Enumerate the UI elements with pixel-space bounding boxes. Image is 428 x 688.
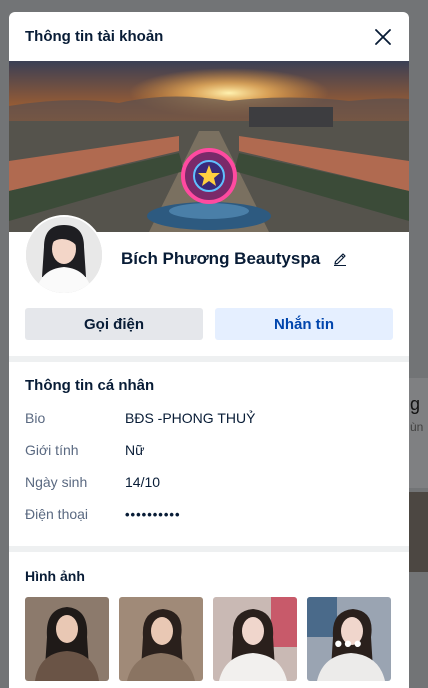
info-label: Ngày sinh [25,474,88,490]
close-button[interactable] [371,25,395,49]
personal-info-section: Thông tin cá nhân Bio BĐS -PHONG THUỶ Gi… [9,362,409,530]
more-photos-indicator: ••• [334,631,364,656]
edit-icon[interactable] [332,251,348,267]
photos-title: Hình ảnh [25,568,85,584]
info-row-bio: Bio BĐS -PHONG THUỶ [25,402,393,434]
modal-title: Thông tin tài khoản [25,28,164,45]
photo-image [119,597,203,681]
info-row-birthday: Ngày sinh 14/10 [25,466,393,498]
info-row-gender: Giới tính Nữ [25,434,393,466]
avatar-image [26,217,102,293]
info-label: Điện thoại [25,506,89,522]
modal-header: Thông tin tài khoản [9,12,409,61]
phone-value-masked: •••••••••• [125,506,181,522]
message-button[interactable]: Nhắn tin [215,308,393,340]
photo-image [25,597,109,681]
info-value: 14/10 [125,474,161,490]
profile-name: Bích Phương Beautyspa [121,249,321,268]
info-label: Bio [25,410,46,426]
info-value: BĐS -PHONG THUỶ [125,410,256,426]
photo-image [213,597,297,681]
avatar[interactable] [24,215,104,295]
cover-photo[interactable] [9,61,409,232]
call-button[interactable]: Gọi điện [25,308,203,340]
photo-thumbnail[interactable] [119,597,203,681]
photos-section: Hình ảnh ••• [9,552,409,681]
photo-grid: ••• [25,597,393,681]
profile-actions: Gọi điện Nhắn tin [9,308,409,340]
account-info-modal: Thông tin tài khoản Bích Phương Beautysp… [9,12,409,688]
info-row-phone: Điện thoại •••••••••• [25,498,393,530]
close-icon [375,28,391,45]
photo-thumbnail[interactable] [25,597,109,681]
info-label: Giới tính [25,442,79,458]
photo-thumbnail-more[interactable]: ••• [307,597,391,681]
photo-thumbnail[interactable] [213,597,297,681]
cover-image [9,61,409,232]
profile-row: Bích Phương Beautyspa [9,215,409,312]
personal-info-title: Thông tin cá nhân [25,377,155,394]
info-value: Nữ [125,442,145,458]
